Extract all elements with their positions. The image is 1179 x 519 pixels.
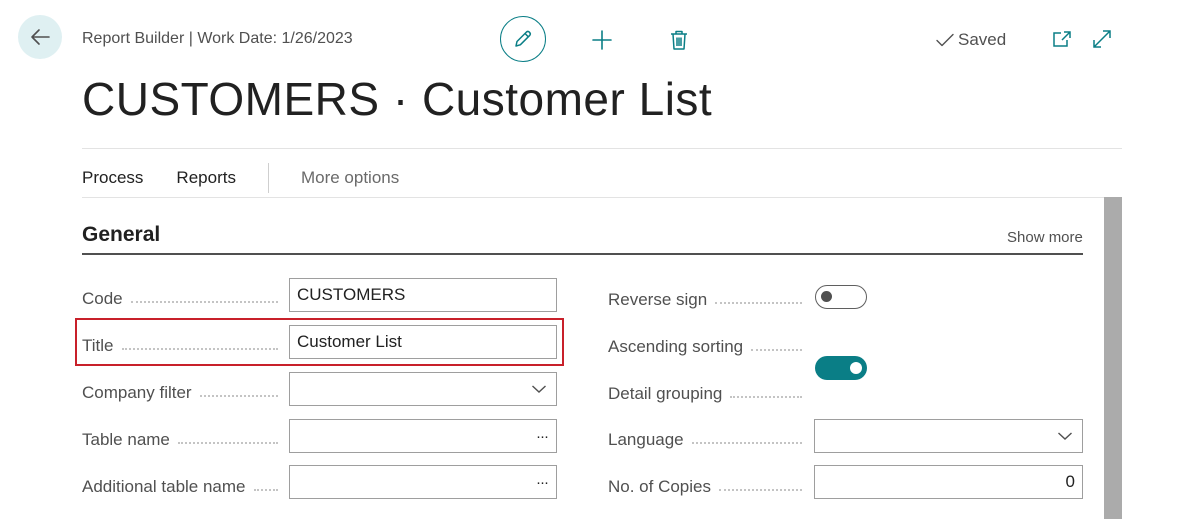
chevron-down-icon	[1058, 432, 1072, 440]
no-of-copies-field[interactable]: 0	[814, 465, 1083, 499]
saved-label: Saved	[958, 30, 1007, 49]
leader-dots	[719, 489, 802, 491]
pencil-icon	[515, 30, 532, 47]
action-bar-divider	[82, 197, 1122, 198]
leader-dots	[177, 442, 278, 444]
leader-dots	[751, 349, 802, 351]
section-title-general[interactable]: General	[82, 223, 160, 247]
checkmark-icon	[936, 33, 954, 47]
delete-button[interactable]	[666, 26, 692, 54]
leader-dots	[130, 301, 278, 303]
action-reports[interactable]: Reports	[176, 168, 236, 188]
ellipsis-icon[interactable]: ···	[536, 474, 549, 491]
additional-table-name-field[interactable]: ···	[289, 465, 557, 499]
reverse-sign-toggle[interactable]	[815, 285, 867, 309]
toggle-knob	[821, 291, 832, 302]
table-name-field[interactable]: ···	[289, 419, 557, 453]
trash-icon	[671, 30, 687, 50]
plus-icon	[592, 30, 612, 50]
field-label-company-filter: Company filter	[82, 379, 278, 403]
language-select[interactable]	[814, 419, 1083, 453]
field-label-language: Language	[608, 426, 802, 450]
back-button[interactable]	[18, 15, 62, 59]
field-label-no-of-copies: No. of Copies	[608, 473, 802, 497]
breadcrumb: Report Builder | Work Date: 1/26/2023	[82, 30, 353, 47]
scrollbar[interactable]	[1104, 197, 1122, 519]
action-more-options[interactable]: More options	[301, 168, 399, 188]
page-title: CUSTOMERS · Customer List	[82, 73, 713, 125]
show-more-link[interactable]: Show more	[1007, 229, 1083, 246]
expand-button[interactable]	[1089, 26, 1115, 52]
toggle-knob	[850, 362, 862, 374]
action-bar: Process Reports More options	[82, 163, 399, 193]
edit-button[interactable]	[500, 16, 546, 62]
ellipsis-icon[interactable]: ···	[536, 428, 549, 445]
title-row-highlight	[75, 318, 564, 366]
section-underline	[82, 253, 1083, 255]
leader-dots	[253, 489, 278, 491]
leader-dots	[691, 442, 802, 444]
ascending-sorting-toggle[interactable]	[815, 356, 867, 380]
new-button[interactable]	[588, 26, 616, 54]
field-label-additional-table-name: Additional table name	[82, 473, 278, 497]
field-label-ascending-sorting: Ascending sorting	[608, 333, 802, 357]
header-divider	[82, 148, 1122, 149]
action-separator	[267, 163, 269, 193]
open-in-new-window-button[interactable]	[1049, 26, 1075, 52]
field-label-code: Code	[82, 285, 278, 309]
saved-status: Saved	[935, 30, 1006, 50]
code-field[interactable]: CUSTOMERS	[289, 278, 557, 312]
leader-dots	[199, 395, 278, 397]
leader-dots	[715, 302, 802, 304]
action-process[interactable]: Process	[82, 168, 143, 188]
leader-dots	[730, 396, 802, 398]
company-filter-select[interactable]	[289, 372, 557, 406]
back-arrow-icon	[31, 29, 50, 45]
expand-icon	[1093, 30, 1111, 48]
open-in-new-window-icon	[1053, 31, 1071, 47]
chevron-down-icon	[532, 385, 546, 393]
field-label-reverse-sign: Reverse sign	[608, 286, 802, 310]
field-label-detail-grouping: Detail grouping	[608, 380, 802, 404]
field-label-table-name: Table name	[82, 426, 278, 450]
